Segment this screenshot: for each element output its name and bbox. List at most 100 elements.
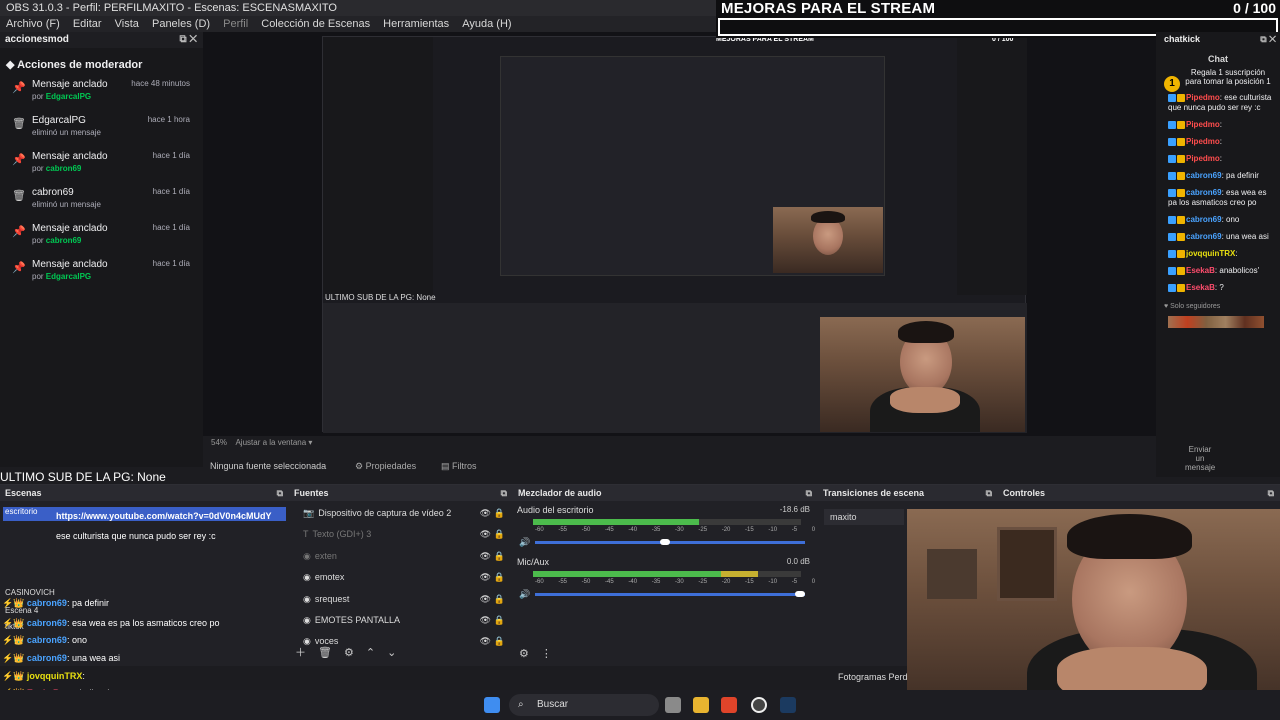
- chat-username[interactable]: Pipedmo: [1186, 154, 1220, 163]
- pinned-gift[interactable]: 1 Regala 1 suscripción para tomar la posi…: [1164, 68, 1274, 92]
- gear-icon[interactable]: ⚙: [344, 647, 354, 659]
- send-message-input[interactable]: Enviar un mensaje: [1185, 445, 1215, 472]
- dock-float-icon[interactable]: ⧉: [501, 485, 507, 501]
- moderator-action-item[interactable]: 🗑 cabron69 eliminó un mensaje hace 1 día: [0, 185, 203, 221]
- task-view-icon[interactable]: [665, 697, 681, 713]
- eye-icon[interactable]: 👁: [480, 524, 491, 545]
- lock-icon[interactable]: 🔒: [494, 503, 505, 524]
- taskbar-search[interactable]: ⌕ Buscar: [509, 694, 659, 716]
- source-item[interactable]: T Texto (GDI+) 3 👁 🔒: [289, 524, 513, 545]
- eye-icon[interactable]: 👁: [480, 631, 491, 652]
- chat-message[interactable]: cabron69: esa wea es pa los asmaticos cr…: [1168, 188, 1274, 208]
- chevron-down-icon[interactable]: ▾: [308, 438, 312, 447]
- volume-slider[interactable]: [535, 539, 805, 545]
- chat-username[interactable]: cabron69: [1186, 232, 1222, 241]
- speaker-icon[interactable]: 🔊: [519, 537, 530, 548]
- menu-herramientas[interactable]: Herramientas: [383, 18, 449, 30]
- chat-message[interactable]: Pipedmo: ese culturista que nunca pudo s…: [1168, 93, 1274, 113]
- chat-username[interactable]: EsekaB: [1186, 266, 1215, 275]
- chat-message[interactable]: cabron69: una wea asi: [1168, 232, 1274, 242]
- lock-icon[interactable]: 🔒: [494, 589, 505, 610]
- source-item[interactable]: ◉ srequest 👁 🔒: [289, 589, 513, 610]
- lock-icon[interactable]: 🔒: [494, 567, 505, 588]
- overlay-username: cabron69: [26, 618, 67, 628]
- windows-start-icon[interactable]: [484, 697, 500, 713]
- source-item[interactable]: ◉ emotex 👁 🔒: [289, 567, 513, 588]
- eye-icon[interactable]: 👁: [480, 546, 491, 567]
- obs-icon[interactable]: [751, 697, 767, 713]
- dock-float-icon[interactable]: ⧉: [1268, 485, 1274, 501]
- speaker-icon[interactable]: 🔊: [519, 589, 530, 600]
- menu-vista[interactable]: Vista: [115, 18, 139, 30]
- volume-slider[interactable]: [535, 591, 805, 597]
- chat-username[interactable]: jovqquinTRX: [1186, 249, 1235, 258]
- source-item[interactable]: ◉ EMOTES PANTALLA 👁 🔒: [289, 610, 513, 631]
- menu-perfil[interactable]: Perfil: [223, 18, 248, 30]
- chat-username[interactable]: Pipedmo: [1186, 93, 1220, 102]
- chat-message[interactable]: EsekaB: ?: [1168, 283, 1274, 293]
- chat-title: Chat: [1208, 54, 1228, 64]
- file-explorer-icon[interactable]: [693, 697, 709, 713]
- arrow-down-icon[interactable]: ⌄: [387, 647, 396, 659]
- chat-username[interactable]: Pipedmo: [1186, 120, 1220, 129]
- chat-username[interactable]: EsekaB: [1186, 283, 1215, 292]
- lock-icon[interactable]: 🔒: [494, 546, 505, 567]
- taskbar: ⌕ Buscar: [0, 690, 1280, 720]
- filters-button[interactable]: ▤ Filtros: [435, 458, 483, 474]
- chat-username[interactable]: cabron69: [1186, 171, 1222, 180]
- eye-icon[interactable]: 👁: [480, 610, 491, 631]
- moderator-action-item[interactable]: 📌 Mensaje anclado por cabron69 hace 1 día: [0, 149, 203, 185]
- badge-icon: ⚡👑: [2, 598, 27, 608]
- chat-message[interactable]: Pipedmo:: [1168, 120, 1274, 130]
- steam-icon[interactable]: [780, 697, 796, 713]
- arrow-up-icon[interactable]: ⌃: [366, 647, 375, 659]
- lock-icon[interactable]: 🔒: [494, 524, 505, 545]
- menu-ayuda[interactable]: Ayuda (H): [462, 18, 511, 30]
- pin-icon: 📌: [12, 82, 26, 94]
- eye-icon[interactable]: 👁: [480, 589, 491, 610]
- chat-message[interactable]: EsekaB: anabolicos': [1168, 266, 1274, 276]
- dock-float-icon[interactable]: ⧉: [277, 485, 283, 501]
- chat-username[interactable]: cabron69: [1186, 188, 1222, 197]
- trash-icon[interactable]: 🗑: [318, 647, 332, 659]
- brave-browser-icon[interactable]: [721, 697, 737, 713]
- wall-frame: [997, 527, 1057, 601]
- dock-controls-icon[interactable]: ⧉ ✕: [1260, 32, 1276, 46]
- eye-icon[interactable]: 👁: [480, 503, 491, 524]
- lock-icon[interactable]: 🔒: [494, 610, 505, 631]
- lock-icon[interactable]: 🔒: [494, 631, 505, 652]
- menu-editar[interactable]: Editar: [73, 18, 102, 30]
- menu-archivo[interactable]: Archivo (F): [6, 18, 60, 30]
- moderator-action-item[interactable]: 📌 Mensaje anclado por EdgarcalPG hace 1 día: [0, 257, 203, 293]
- source-item[interactable]: ◉ exten 👁 🔒: [289, 546, 513, 567]
- chat-message[interactable]: Pipedmo:: [1168, 154, 1274, 164]
- chat-message[interactable]: Pipedmo:: [1168, 137, 1274, 147]
- more-icon[interactable]: ⋮: [541, 648, 552, 660]
- chat-username[interactable]: cabron69: [1186, 215, 1222, 224]
- dock-controls-icon[interactable]: ⧉ ✕: [179, 32, 197, 48]
- source-item[interactable]: 📷 Dispositivo de captura de vídeo 2 👁 🔒: [289, 503, 513, 524]
- eye-icon[interactable]: 👁: [480, 567, 491, 588]
- dock-float-icon[interactable]: ⧉: [806, 485, 812, 501]
- menu-coleccion[interactable]: Colección de Escenas: [261, 18, 370, 30]
- scene-item-escritorio[interactable]: escritorio: [5, 507, 37, 516]
- chat-text: :: [1235, 249, 1238, 258]
- chat-message[interactable]: cabron69: pa definir: [1168, 171, 1274, 181]
- chat-message[interactable]: jovqquinTRX:: [1168, 249, 1274, 259]
- moderator-action-item[interactable]: 🗑 EdgarcalPG eliminó un mensaje hace 1 hor…: [0, 113, 203, 149]
- no-source-label: Ninguna fuente seleccionada: [210, 461, 327, 471]
- transition-select[interactable]: maxito: [824, 509, 904, 525]
- properties-button[interactable]: ⚙ Propiedades: [349, 458, 422, 474]
- gear-icon: ⚙: [355, 461, 366, 471]
- chat-username[interactable]: Pipedmo: [1186, 137, 1220, 146]
- menu-paneles[interactable]: Paneles (D): [152, 18, 210, 30]
- moderator-action-item[interactable]: 📌 Mensaje anclado por EdgarcalPG hace 48 mi…: [0, 77, 203, 113]
- dock-float-icon[interactable]: ⧉: [986, 485, 992, 501]
- add-icon[interactable]: ＋: [295, 647, 306, 659]
- chat-message[interactable]: cabron69: ono: [1168, 215, 1274, 225]
- scene-item-casinovich[interactable]: CASINOVICH: [5, 588, 55, 597]
- zoom-fit[interactable]: Ajustar a la ventana: [235, 438, 306, 447]
- moderator-action-detail: eliminó un mensaje: [32, 128, 203, 137]
- moderator-action-item[interactable]: 📌 Mensaje anclado por cabron69 hace 1 día: [0, 221, 203, 257]
- gear-icon[interactable]: ⚙: [519, 648, 529, 660]
